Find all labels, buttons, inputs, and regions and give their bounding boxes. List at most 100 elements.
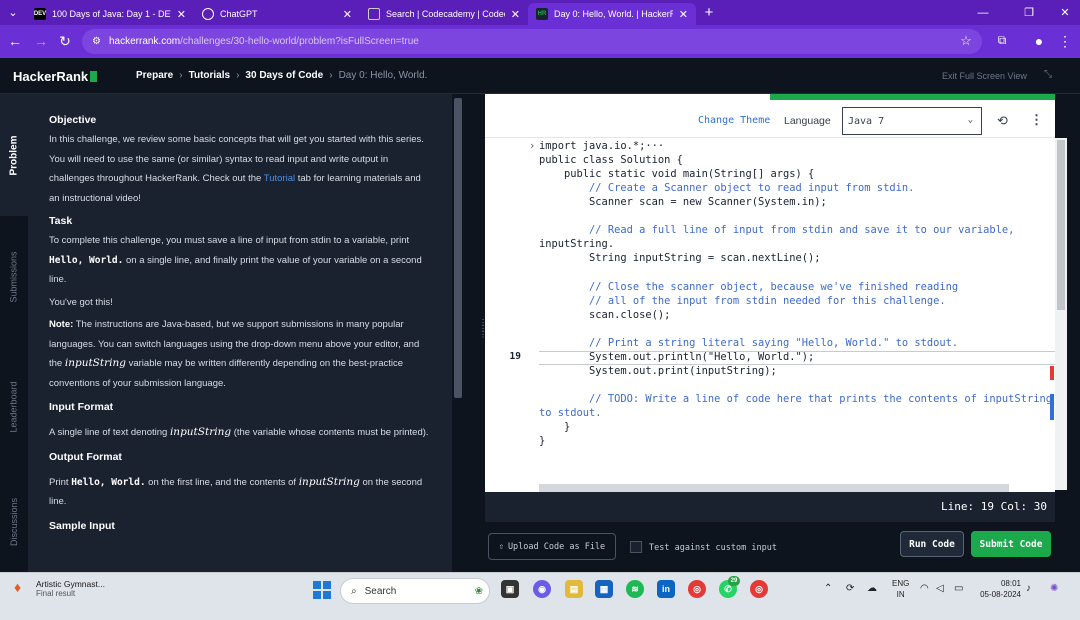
breadcrumb-tutorials[interactable]: Tutorials (189, 70, 230, 81)
language-select[interactable]: Java 7 ⌄ (842, 107, 982, 135)
tab-search-chevron-icon[interactable]: ⌄ (0, 0, 26, 25)
code-line[interactable]: inputString. (485, 238, 1055, 252)
breadcrumb-30-days[interactable]: 30 Days of Code (245, 70, 323, 81)
custom-input-label[interactable]: Test against custom input (649, 543, 777, 553)
code-line[interactable]: import java.io.*;··· (485, 140, 1055, 154)
tray-cloud-icon[interactable]: ☁ (867, 583, 877, 594)
bookmark-star-icon[interactable]: ☆ (957, 33, 975, 49)
system-clock[interactable]: 08:01 05-08-2024 (975, 578, 1021, 600)
task-view-icon[interactable]: ▣ (501, 580, 519, 598)
code-line[interactable]: } (485, 435, 1055, 449)
editor-vertical-scrollbar[interactable] (1055, 138, 1067, 490)
code-line[interactable] (485, 266, 1055, 280)
code-line[interactable]: } (485, 421, 1055, 435)
more-vertical-icon[interactable]: ⋮ (1030, 112, 1043, 128)
taskbar-search[interactable]: ⌕ Search ❀ (340, 578, 490, 604)
code-area[interactable]: › import java.io.*;··· public class Solut… (485, 138, 1055, 484)
extensions-icon[interactable]: ⧉ (993, 33, 1011, 48)
code-line[interactable]: // Read a full line of input from stdin … (485, 224, 1055, 238)
spotify-icon[interactable]: ≋ (626, 580, 644, 598)
code-line[interactable]: String inputString = scan.nextLine(); (485, 252, 1055, 266)
copilot-tray-icon[interactable]: ✺ (1050, 583, 1058, 594)
tutorial-link[interactable]: Tutorial (264, 173, 295, 184)
collapse-icon[interactable]: ⤡ (1044, 69, 1052, 80)
hackerrank-logo[interactable]: HackerRank (13, 69, 98, 84)
code-line[interactable]: System.out.print(inputString); (485, 365, 1055, 379)
change-theme-link[interactable]: Change Theme (698, 115, 770, 126)
store-icon[interactable]: ▦ (595, 580, 613, 598)
tab-problem[interactable]: Problem (0, 94, 28, 216)
tray-app-icon[interactable]: ⟳ (846, 583, 854, 594)
copilot-icon[interactable]: ◉ (533, 580, 551, 598)
code-line[interactable] (485, 379, 1055, 393)
custom-input-checkbox[interactable] (630, 541, 642, 553)
code-line[interactable]: scan.close(); (485, 309, 1055, 323)
news-widget[interactable]: ♦ Artistic Gymnast... Final result (14, 579, 105, 598)
scrollbar-thumb[interactable] (1057, 140, 1065, 310)
code-line[interactable]: 19 System.out.println("Hello, World."); (485, 350, 1055, 365)
windows-start-icon[interactable] (313, 581, 331, 599)
browser-tab-dev[interactable]: DEV 100 Days of Java: Day 1 - DEV C ✕ (26, 3, 194, 25)
exit-fullscreen-link[interactable]: Exit Full Screen View (942, 71, 1027, 81)
browser-tab-hackerrank[interactable]: HR Day 0: Hello, World. | HackerRan ✕ (528, 3, 696, 25)
close-icon[interactable]: ✕ (343, 8, 352, 21)
reload-icon[interactable]: ↻ (56, 33, 74, 50)
chrome-icon[interactable]: ◎ (688, 580, 706, 598)
breadcrumb-prepare[interactable]: Prepare (136, 70, 173, 81)
tab-discussions[interactable]: Discussions (0, 472, 28, 572)
close-icon[interactable]: ✕ (679, 8, 688, 21)
chrome-profile-icon[interactable]: ◎ (750, 580, 768, 598)
file-explorer-icon[interactable]: ▤ (565, 580, 583, 598)
forward-arrow-icon[interactable]: → (32, 33, 50, 49)
side-tabs: Problem Submissions Leaderboard Discussi… (0, 94, 28, 572)
restore-icon[interactable]: ❐ (1014, 0, 1044, 25)
close-icon[interactable]: ✕ (511, 8, 520, 21)
upload-code-button[interactable]: ⇧ Upload Code as File (488, 533, 616, 560)
browser-tab-codecademy[interactable]: Search | Codecademy | Codecad ✕ (360, 3, 528, 25)
site-info-icon[interactable]: ⚙ (92, 36, 101, 47)
tray-chevron-icon[interactable]: ⌃ (824, 583, 832, 594)
news-text: Artistic Gymnast... Final result (36, 579, 105, 598)
code-line[interactable]: Scanner scan = new Scanner(System.in); (485, 196, 1055, 210)
code-line[interactable] (485, 449, 1055, 463)
linkedin-icon[interactable]: in (657, 580, 675, 598)
tab-submissions[interactable]: Submissions (0, 216, 28, 338)
browser-menu-icon[interactable]: ⋮ (1056, 33, 1074, 50)
code-line[interactable]: public static void main(String[] args) { (485, 168, 1055, 182)
code-text: public static void main(String[] args) { (539, 168, 815, 181)
window-close-icon[interactable]: ✕ (1050, 0, 1080, 25)
volume-icon[interactable]: ◁ (936, 583, 944, 594)
search-icon: ⌕ (351, 585, 357, 597)
minimize-icon[interactable]: — (968, 0, 998, 25)
wifi-icon[interactable]: ◠ (920, 583, 929, 594)
news-subtitle: Final result (36, 589, 76, 598)
back-arrow-icon[interactable]: ← (6, 33, 24, 49)
url-field[interactable]: ⚙ hackerrank.com/challenges/30-hello-wor… (82, 29, 982, 54)
profile-avatar-icon[interactable]: ● (1030, 33, 1048, 49)
editor-horizontal-scrollbar[interactable] (539, 484, 1009, 492)
code-line[interactable]: // TODO: Write a line of code here that … (485, 393, 1055, 407)
scrollbar-thumb[interactable] (454, 98, 462, 398)
code-line[interactable]: // all of the input from stdin needed fo… (485, 295, 1055, 309)
code-line[interactable]: // Print a string literal saying "Hello,… (485, 337, 1055, 351)
close-icon[interactable]: ✕ (177, 8, 186, 21)
code-line[interactable] (485, 210, 1055, 224)
browser-tab-chatgpt[interactable]: ChatGPT ✕ (194, 3, 360, 25)
windows-taskbar: ♦ Artistic Gymnast... Final result ⌕ Sear… (0, 572, 1080, 620)
history-icon[interactable]: ⟲ (997, 113, 1008, 129)
submit-code-button[interactable]: Submit Code (971, 531, 1051, 557)
language-indicator[interactable]: ENG IN (892, 578, 909, 600)
new-tab-plus-icon[interactable]: + (694, 0, 724, 25)
problem-scrollbar[interactable] (452, 94, 464, 572)
chevron-down-icon: ⌄ (967, 115, 973, 125)
notifications-bell-icon[interactable]: ♪ (1026, 583, 1031, 594)
tab-leaderboard[interactable]: Leaderboard (0, 346, 28, 468)
code-line[interactable] (485, 323, 1055, 337)
code-line[interactable]: to stdout. (485, 407, 1055, 421)
run-code-button[interactable]: Run Code (900, 531, 964, 557)
code-line[interactable]: // Create a Scanner object to read input… (485, 182, 1055, 196)
code-line[interactable]: public class Solution { (485, 154, 1055, 168)
pane-splitter[interactable]: ⋮ ⋮ ⋮ (464, 94, 487, 572)
battery-icon[interactable]: ▭ (954, 583, 963, 594)
code-line[interactable]: // Close the scanner object, because we'… (485, 281, 1055, 295)
